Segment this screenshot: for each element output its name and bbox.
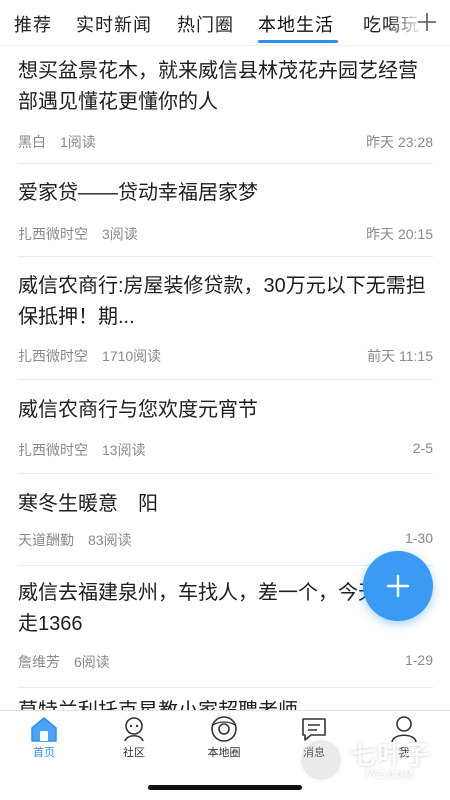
item-reads: 83阅读 bbox=[88, 532, 132, 548]
item-author: 天道酬勤 bbox=[18, 532, 74, 548]
tab-realtime-news[interactable]: 实时新闻 bbox=[76, 11, 152, 37]
compose-fab-button[interactable] bbox=[363, 551, 433, 621]
item-reads: 1阅读 bbox=[60, 134, 96, 150]
nav-label: 本地圈 bbox=[207, 747, 241, 759]
watermark-text: 七叶子 bbox=[350, 740, 432, 770]
active-tab-indicator bbox=[258, 40, 338, 43]
item-reads: 13阅读 bbox=[102, 442, 146, 458]
local-circle-icon bbox=[211, 716, 237, 742]
item-meta: 天道酬勤 83阅读 bbox=[18, 530, 132, 550]
item-reads: 1710阅读 bbox=[102, 348, 162, 364]
item-title: 爱家贷——贷动幸福居家梦 bbox=[18, 182, 258, 204]
item-author: 扎西微时空 bbox=[18, 348, 88, 364]
nav-label: 社区 bbox=[123, 747, 145, 759]
item-title: 莫特兰利托克星教小家超聘老师 bbox=[18, 696, 433, 710]
list-item[interactable]: 威信农商行:房屋装修贷款，30万元以下无需担保抵押！期... 扎西微时空 1710… bbox=[18, 257, 433, 380]
item-title: 寒冬生暖意 阳 bbox=[18, 493, 158, 515]
tab-recommend[interactable]: 推荐 bbox=[14, 11, 52, 37]
tab-local-life[interactable]: 本地生活 bbox=[258, 11, 334, 37]
item-time: 1-29 bbox=[404, 652, 433, 668]
list-item[interactable]: 寒冬生暖意 阳 天道酬勤 83阅读 1-30 bbox=[18, 474, 433, 566]
nav-community[interactable]: 社区 bbox=[99, 715, 169, 760]
tab-hot-circle[interactable]: 热门圈 bbox=[177, 11, 234, 37]
item-reads: 3阅读 bbox=[102, 226, 138, 242]
item-author: 扎西微时空 bbox=[18, 442, 88, 458]
item-title: 想买盆景花木，就来威信县林茂花卉园艺经营部遇见懂花更懂你的人 bbox=[18, 60, 418, 113]
item-reads: 6阅读 bbox=[74, 654, 110, 670]
community-icon bbox=[124, 717, 144, 742]
home-indicator bbox=[148, 785, 302, 790]
item-author: 扎西微时空 bbox=[18, 226, 88, 242]
list-item[interactable]: 爱家贷——贷动幸福居家梦 扎西微时空 3阅读 昨天 20:15 bbox=[18, 164, 433, 257]
plus-icon bbox=[386, 574, 410, 598]
list-item[interactable]: 莫特兰利托克星教小家超聘老师 bbox=[18, 688, 433, 710]
item-meta: 詹维芳 6阅读 bbox=[18, 652, 110, 672]
item-author: 黑白 bbox=[18, 134, 46, 150]
nav-local-circle[interactable]: 本地圈 bbox=[189, 715, 259, 760]
item-meta: 扎西微时空 1710阅读 bbox=[18, 346, 161, 366]
top-tab-bar: 推荐 实时新闻 热门圈 本地生活 吃喝玩 bbox=[0, 0, 450, 46]
list-item[interactable]: 威信农商行与您欢度元宵节 扎西微时空 13阅读 2-5 bbox=[18, 380, 433, 474]
item-time: 昨天 23:28 bbox=[366, 134, 433, 150]
add-channel-icon[interactable] bbox=[416, 11, 438, 33]
watermark-logo: 七叶子 7YZ.COM bbox=[298, 735, 438, 787]
item-time: 昨天 20:15 bbox=[366, 226, 433, 242]
item-meta: 黑白 1阅读 bbox=[18, 132, 96, 152]
item-author: 詹维芳 bbox=[18, 654, 60, 670]
list-item[interactable]: 想买盆景花木，就来威信县林茂花卉园艺经营部遇见懂花更懂你的人 黑白 1阅读 昨天 … bbox=[18, 46, 433, 164]
watermark-subtext: 7YZ.COM bbox=[364, 769, 413, 781]
item-title: 威信农商行与您欢度元宵节 bbox=[18, 399, 258, 421]
item-time: 2-5 bbox=[412, 440, 433, 456]
home-icon bbox=[31, 717, 57, 742]
item-title: 威信农商行:房屋装修贷款，30万元以下无需担保抵押！期... bbox=[18, 275, 426, 328]
watermark-icon bbox=[298, 737, 344, 783]
nav-home[interactable]: 首页 bbox=[9, 715, 79, 760]
item-time: 1-30 bbox=[404, 530, 433, 546]
item-time: 前天 11:15 bbox=[367, 348, 433, 364]
item-meta: 扎西微时空 3阅读 bbox=[18, 224, 138, 244]
item-meta: 扎西微时空 13阅读 bbox=[18, 440, 146, 460]
nav-label: 首页 bbox=[33, 747, 55, 759]
